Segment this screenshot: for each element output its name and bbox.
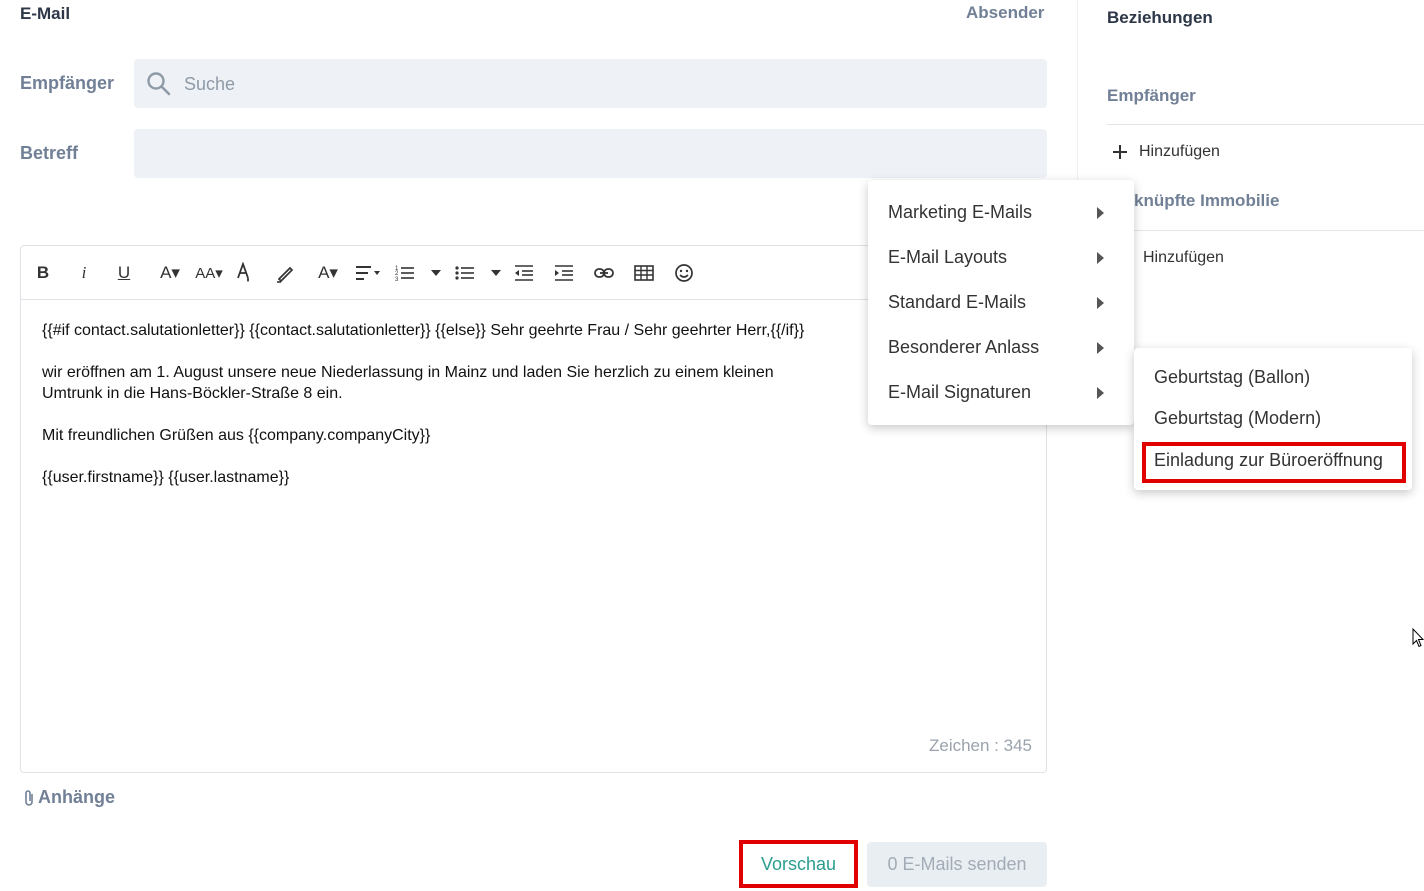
page-title: E-Mail <box>20 4 71 23</box>
subject-label: Betreff <box>20 143 79 163</box>
indent-icon <box>555 265 573 281</box>
relations-title: Beziehungen <box>1107 8 1213 27</box>
add-recipient-button[interactable]: Hinzufügen <box>1113 143 1220 161</box>
recipient-label: Empfänger <box>20 73 115 93</box>
smiley-icon <box>675 264 693 282</box>
preview-button[interactable]: Vorschau <box>739 840 858 888</box>
link-icon <box>594 268 614 278</box>
signature-line: {{user.firstname}} {{user.lastname}} <box>42 469 290 486</box>
highlighter-icon <box>277 266 294 283</box>
outdent-icon <box>515 265 533 281</box>
submenu-item-office-opening-invite[interactable]: Einladung zur Büroeröffnung <box>1154 450 1383 471</box>
submenu-item-birthday-modern[interactable]: Geburtstag (Modern) <box>1154 408 1321 429</box>
search-placeholder: Suche <box>184 74 236 94</box>
caret-right-icon <box>1097 251 1104 264</box>
chevron-down-icon <box>491 270 501 276</box>
link-button[interactable] <box>594 261 614 285</box>
menu-item-label: Marketing E-Mails <box>888 202 1033 222</box>
search-icon <box>147 72 171 96</box>
menu-item-label: Besonderer Anlass <box>888 337 1040 357</box>
attachments-label: Anhänge <box>38 787 116 807</box>
text-style-label: A▾ <box>318 263 338 282</box>
menu-item-standard-emails[interactable]: Standard E-Mails <box>868 280 1134 325</box>
divider <box>1134 230 1424 231</box>
emoji-button[interactable] <box>674 261 694 285</box>
body-line: Umtrunk in die Hans-Böckler-Straße 8 ein… <box>42 385 343 402</box>
chevron-down-icon <box>431 270 441 276</box>
closing-line: Mit freundlichen Grüßen aus {{company.co… <box>42 427 431 444</box>
caret-right-icon <box>1097 341 1104 354</box>
ordered-list-button[interactable]: 1 2 3 <box>395 261 415 285</box>
menu-item-label: Standard E-Mails <box>888 292 1027 312</box>
bullet-list-dropdown[interactable] <box>489 261 503 285</box>
special-occasion-submenu: Geburtstag (Ballon) Geburtstag (Modern) … <box>1134 348 1412 490</box>
ordered-list-icon: 1 2 3 <box>395 266 414 282</box>
submenu-item-birthday-balloon[interactable]: Geburtstag (Ballon) <box>1154 367 1310 388</box>
paperclip-icon <box>25 789 33 806</box>
font-family-button[interactable]: AA▾ <box>194 261 224 285</box>
indent-button[interactable] <box>554 261 574 285</box>
subject-input[interactable] <box>134 129 1047 178</box>
text-style-button[interactable]: A▾ <box>314 261 342 285</box>
add-property-label: Hinzufügen <box>1143 249 1224 266</box>
table-icon <box>634 265 654 281</box>
template-menu: Marketing E-Mails E-Mail Layouts Standar… <box>868 180 1134 425</box>
underline-button[interactable]: U <box>115 261 133 285</box>
svg-text:3: 3 <box>395 277 399 282</box>
highlight-button[interactable] <box>275 261 295 285</box>
italic-button[interactable]: i <box>77 261 91 285</box>
menu-item-email-signatures[interactable]: E-Mail Signaturen <box>868 370 1134 415</box>
body-line: wir eröffnen am 1. August unsere neue Ni… <box>42 364 774 381</box>
bullet-list-icon <box>455 266 474 280</box>
menu-item-label: E-Mail Layouts <box>888 247 1008 267</box>
menu-item-special-occasion[interactable]: Besonderer Anlass <box>868 325 1134 370</box>
menu-item-email-layouts[interactable]: E-Mail Layouts <box>868 235 1134 280</box>
align-button[interactable] <box>355 261 381 285</box>
attachments-button[interactable]: Anhänge <box>24 787 115 808</box>
relations-recipients-label: Empfänger <box>1107 86 1196 105</box>
bold-button[interactable]: B <box>35 261 51 285</box>
bullet-list-button[interactable] <box>455 261 475 285</box>
align-icon <box>356 266 380 280</box>
divider <box>1107 124 1424 125</box>
menu-item-marketing-emails[interactable]: Marketing E-Mails <box>868 190 1134 235</box>
editor-content[interactable]: {{#if contact.salutationletter}} {{conta… <box>42 320 804 509</box>
sender-link[interactable]: Absender <box>966 3 1044 23</box>
caret-right-icon <box>1097 206 1104 219</box>
ordered-list-dropdown[interactable] <box>429 261 443 285</box>
salutation-line: {{#if contact.salutationletter}} {{conta… <box>42 322 805 339</box>
text-color-button[interactable] <box>235 261 253 285</box>
add-recipient-label: Hinzufügen <box>1139 143 1220 160</box>
linked-property-label: knüpfte Immobilie <box>1134 191 1280 210</box>
caret-right-icon <box>1097 296 1104 309</box>
mouse-cursor-icon <box>1412 628 1424 648</box>
table-button[interactable] <box>634 261 654 285</box>
char-counter: Zeichen : 345 <box>928 736 1032 755</box>
text-color-icon <box>237 262 249 282</box>
font-size-button[interactable]: A▾ <box>157 261 183 285</box>
send-emails-button[interactable]: 0 E-Mails senden <box>867 842 1047 887</box>
menu-item-label: E-Mail Signaturen <box>888 382 1032 402</box>
plus-icon <box>1113 145 1127 159</box>
caret-right-icon <box>1097 386 1104 399</box>
recipient-search-input[interactable]: Suche <box>134 59 1047 108</box>
outdent-button[interactable] <box>514 261 534 285</box>
add-property-button[interactable]: Hinzufügen <box>1143 249 1224 267</box>
